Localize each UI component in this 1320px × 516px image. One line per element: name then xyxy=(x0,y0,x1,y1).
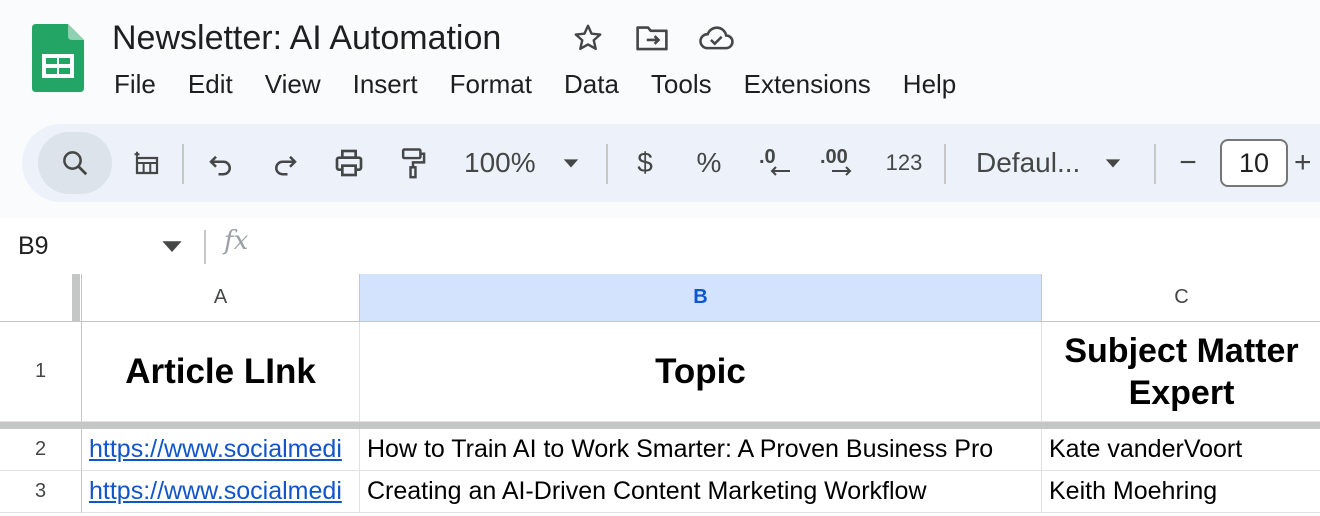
svg-text:.0: .0 xyxy=(759,146,776,168)
font-size-input[interactable]: 10 xyxy=(1220,139,1288,187)
formula-bar-divider xyxy=(204,230,206,264)
percent-format-button[interactable]: % xyxy=(686,124,732,202)
percent-icon: % xyxy=(696,147,722,178)
decrease-decimal-icon: .0 xyxy=(759,146,790,176)
document-title[interactable]: Newsletter: AI Automation xyxy=(112,16,501,60)
row-header-1[interactable]: 1 xyxy=(0,322,82,422)
menu-tools[interactable]: Tools xyxy=(635,66,728,102)
row-header-2[interactable]: 2 xyxy=(0,429,82,471)
font-family-value: Defaul... xyxy=(976,147,1081,178)
star-icon[interactable] xyxy=(568,18,608,58)
select-all-corner[interactable] xyxy=(0,274,82,322)
cell-a1[interactable]: Article LInk xyxy=(82,322,360,422)
frozen-row-divider[interactable] xyxy=(0,422,1320,429)
dollar-icon: $ xyxy=(637,147,653,178)
sheets-logo-icon[interactable] xyxy=(32,24,84,92)
undo-icon[interactable] xyxy=(198,124,244,202)
font-family-select[interactable]: Defaul... xyxy=(964,124,1144,202)
more-formats-label: 123 xyxy=(885,150,923,175)
menu-edit[interactable]: Edit xyxy=(172,66,249,102)
insert-table-icon[interactable] xyxy=(124,124,170,202)
spreadsheet-grid: A B C 1 Article LInk Topic Subject Matte… xyxy=(0,274,1320,516)
minus-icon: − xyxy=(1179,146,1197,179)
cell-b2[interactable]: How to Train AI to Work Smarter: A Prove… xyxy=(360,429,1042,471)
cell-c3[interactable]: Keith Moehring xyxy=(1042,471,1320,513)
menu-bar: File Edit View Insert Format Data Tools … xyxy=(98,64,972,104)
menu-file[interactable]: File xyxy=(98,66,172,102)
cell-a3[interactable]: https://www.socialmedi xyxy=(82,471,360,513)
toolbar-divider xyxy=(1154,144,1156,184)
menu-extensions[interactable]: Extensions xyxy=(728,66,887,102)
svg-text:.00: .00 xyxy=(820,146,848,168)
cell-b1[interactable]: Topic xyxy=(360,322,1042,422)
print-icon[interactable] xyxy=(326,124,372,202)
zoom-value: 100% xyxy=(464,147,536,178)
increase-font-size-button[interactable]: + xyxy=(1294,124,1320,202)
more-formats-button[interactable]: 123 xyxy=(878,124,930,202)
currency-format-button[interactable]: $ xyxy=(622,124,668,202)
chevron-down-icon xyxy=(1106,159,1121,168)
name-box[interactable]: B9 xyxy=(18,228,49,264)
toolbar-divider xyxy=(606,144,608,184)
cell-c2[interactable]: Kate vanderVoort xyxy=(1042,429,1320,471)
menu-view[interactable]: View xyxy=(249,66,337,102)
redo-icon[interactable] xyxy=(262,124,308,202)
cell-a2[interactable]: https://www.socialmedi xyxy=(82,429,360,471)
toolbar-divider xyxy=(182,144,184,184)
column-header-b[interactable]: B xyxy=(360,274,1042,322)
menu-insert[interactable]: Insert xyxy=(337,66,434,102)
column-header-a[interactable]: A xyxy=(82,274,360,322)
plus-icon: + xyxy=(1294,146,1312,179)
cell-c1[interactable]: Subject Matter Expert xyxy=(1042,322,1320,422)
column-header-c[interactable]: C xyxy=(1042,274,1320,322)
chevron-down-icon xyxy=(563,159,578,168)
cell-b3[interactable]: Creating an AI-Driven Content Marketing … xyxy=(360,471,1042,513)
search-icon[interactable] xyxy=(52,124,98,202)
move-to-folder-icon[interactable] xyxy=(632,18,672,58)
decrease-font-size-button[interactable]: − xyxy=(1168,124,1208,202)
increase-decimal-button[interactable]: .00 xyxy=(814,124,870,202)
toolbar-divider xyxy=(944,144,946,184)
frozen-column-handle[interactable] xyxy=(72,274,80,322)
fx-icon: fx xyxy=(224,226,249,256)
paint-format-icon[interactable] xyxy=(390,124,436,202)
menu-data[interactable]: Data xyxy=(548,66,635,102)
app-header: Newsletter: AI Automation File Edit View… xyxy=(0,0,1320,120)
menu-format[interactable]: Format xyxy=(434,66,548,102)
chevron-down-icon[interactable] xyxy=(160,234,184,258)
increase-decimal-icon: .00 xyxy=(820,146,852,176)
toolbar: 100% $ % .0 .00 123 Defaul... − 10 + xyxy=(22,124,1320,202)
decrease-decimal-button[interactable]: .0 xyxy=(750,124,802,202)
zoom-select[interactable]: 100% xyxy=(454,124,610,202)
formula-bar: B9 fx xyxy=(0,218,1320,274)
cloud-saved-icon[interactable] xyxy=(696,18,736,58)
row-header-3[interactable]: 3 xyxy=(0,471,82,513)
menu-help[interactable]: Help xyxy=(887,66,972,102)
